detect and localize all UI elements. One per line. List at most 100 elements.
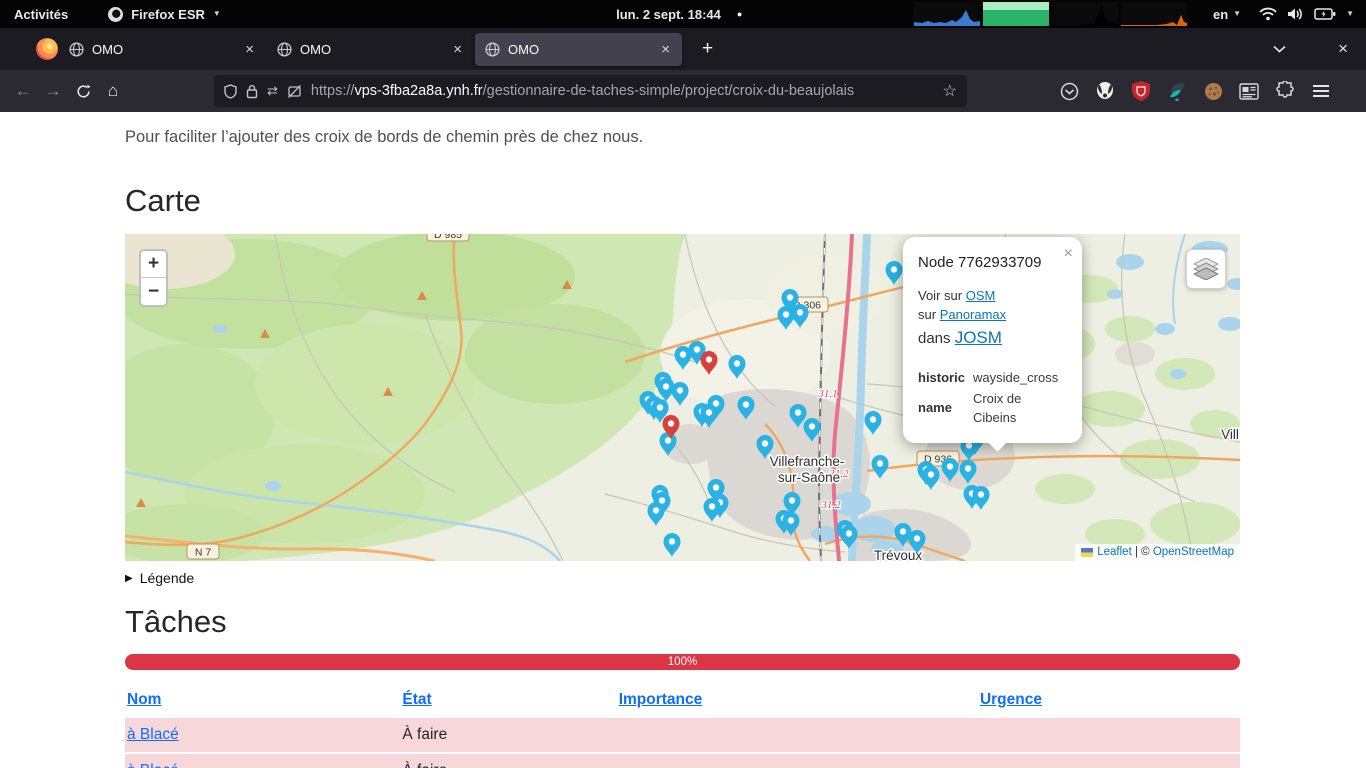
map-marker-blue-hole (966, 442, 972, 448)
new-tab-button[interactable]: + (696, 38, 719, 60)
attr-key: name (918, 389, 973, 429)
wifi-icon (1259, 6, 1277, 22)
home-button[interactable]: ⌂ (98, 76, 128, 106)
road-badge-d985: D 985 (427, 234, 469, 241)
system-monitor-applet[interactable] (914, 2, 1187, 26)
popup-title: Node 7762933709 (918, 252, 1064, 274)
activities-button[interactable]: Activités (14, 7, 68, 22)
keyboard-layout-menu[interactable]: en ▼ (1213, 7, 1241, 22)
page-content: Pour faciliter l’ajouter des croix de bo… (0, 112, 1366, 768)
navigation-toolbar: ← → ⌂ ⇄ https://vps-3fba2a8a.ynh.fr/gest… (0, 70, 1366, 112)
exit-label: 31.2 (820, 499, 841, 511)
map-marker-blue-hole (914, 535, 920, 541)
tab-close-icon[interactable]: × (659, 41, 672, 58)
leaflet-map[interactable]: 31.1 31.2 31.2 D 985 D 306 D 936 (125, 234, 1240, 561)
map-marker-blue-hole (947, 463, 953, 469)
cpu-graph-icon (914, 2, 980, 26)
caret-down-icon: ▼ (1233, 10, 1241, 18)
tab-2[interactable]: OMO × (267, 33, 474, 66)
forward-button[interactable]: → (38, 76, 68, 106)
teal-extension-icon[interactable] (1167, 81, 1187, 101)
permissions-icon[interactable]: ⇄ (267, 83, 278, 99)
josm-link[interactable]: JOSM (955, 328, 1002, 347)
reload-button[interactable] (68, 76, 98, 106)
task-status: À faire (400, 718, 616, 753)
system-menu-caret-icon[interactable]: ▼ (1346, 10, 1354, 18)
blocked-content-icon[interactable] (287, 84, 302, 99)
disk-graph-icon (1121, 2, 1187, 26)
map-marker-blue-hole (680, 351, 686, 357)
firefox-logo-icon (36, 38, 58, 60)
zoom-out-button[interactable]: − (141, 278, 166, 305)
tab-title: OMO (92, 42, 235, 57)
map-marker-blue-hole (870, 416, 876, 422)
map-marker-blue-hole (928, 471, 934, 477)
zoom-in-button[interactable]: + (141, 251, 166, 278)
sort-urgence-link[interactable]: Urgence (980, 691, 1042, 708)
clock-menu[interactable]: lun. 2 sept. 18:44 ● (616, 7, 742, 22)
tab-close-icon[interactable]: × (243, 41, 256, 58)
privacy-badger-icon[interactable] (1095, 81, 1115, 101)
map-marker-blue-hole (787, 294, 793, 300)
layers-control-button[interactable] (1186, 249, 1226, 289)
tab-title: OMO (300, 42, 443, 57)
sort-etat-link[interactable]: État (402, 691, 431, 708)
task-status: À faire (400, 753, 616, 768)
attr-value: wayside_cross (973, 368, 1064, 389)
back-button[interactable]: ← (8, 76, 38, 106)
tasks-progress-bar: 100% (125, 654, 1240, 670)
tab-3-active[interactable]: OMO × (475, 33, 682, 66)
app-menu-firefox[interactable]: Firefox ESR ▼ (108, 7, 221, 22)
task-link[interactable]: à Blacé (127, 762, 179, 768)
volume-icon (1287, 6, 1304, 22)
sort-importance-link[interactable]: Importance (619, 691, 703, 708)
notification-dot-icon: ● (737, 9, 742, 19)
task-row: à Blacé À faire (125, 718, 1240, 753)
tab-1[interactable]: OMO × (59, 33, 266, 66)
svg-text:D 985: D 985 (434, 234, 462, 241)
extensions-puzzle-icon[interactable] (1275, 81, 1295, 101)
sort-nom-link[interactable]: Nom (127, 691, 161, 708)
tracking-protection-shield-icon[interactable] (224, 84, 237, 99)
task-importance (617, 753, 978, 768)
city-label-villefranche: Villefranche- (770, 454, 845, 469)
task-link[interactable]: à Blacé (127, 726, 179, 743)
leaflet-link[interactable]: Leaflet (1097, 546, 1132, 558)
map-marker-blue-hole (734, 360, 740, 366)
openstreetmap-link[interactable]: OpenStreetMap (1153, 546, 1234, 558)
city-label-partial: Vill (1221, 427, 1239, 442)
map-marker-blue-hole (762, 440, 768, 446)
popup-close-button[interactable]: × (1064, 242, 1073, 265)
window-close-icon[interactable]: × (1338, 39, 1348, 59)
lock-icon[interactable] (246, 84, 258, 99)
reader-newspaper-icon[interactable] (1239, 81, 1259, 101)
globe-icon (485, 42, 500, 57)
pocket-icon[interactable] (1059, 81, 1079, 101)
url-text[interactable]: https://vps-3fba2a8a.ynh.fr/gestionnaire… (311, 83, 934, 99)
cookie-icon[interactable] (1203, 81, 1223, 101)
system-top-bar: Activités Firefox ESR ▼ lun. 2 sept. 18:… (0, 0, 1366, 28)
road-badge-n7: N 7 (187, 544, 219, 559)
battery-icon (1314, 7, 1336, 21)
list-all-tabs-icon[interactable] (1273, 45, 1286, 53)
map-marker-blue-hole (694, 346, 700, 352)
network-graph-icon (1052, 2, 1118, 26)
legend-toggle[interactable]: ▶ Légende (125, 570, 1240, 586)
layers-icon (1193, 258, 1219, 280)
map-marker-blue-hole (965, 465, 971, 471)
map-marker-blue-hole (900, 528, 906, 534)
url-bar[interactable]: ⇄ https://vps-3fba2a8a.ynh.fr/gestionnai… (214, 75, 967, 107)
map-marker-blue-hole (978, 491, 984, 497)
legend-arrow-icon: ▶ (125, 573, 133, 584)
bookmark-star-icon[interactable]: ☆ (943, 81, 957, 101)
hamburger-menu-icon[interactable] (1311, 81, 1331, 101)
task-urgence (978, 718, 1240, 753)
map-marker-blue-hole (709, 503, 715, 509)
panoramax-link[interactable]: Panoramax (940, 307, 1006, 322)
legend-label: Légende (140, 570, 195, 586)
ublock-origin-icon[interactable] (1131, 81, 1151, 101)
osm-link[interactable]: OSM (966, 288, 996, 303)
caret-down-icon: ▼ (213, 10, 221, 18)
tab-close-icon[interactable]: × (451, 41, 464, 58)
map-marker-blue-hole (663, 383, 669, 389)
